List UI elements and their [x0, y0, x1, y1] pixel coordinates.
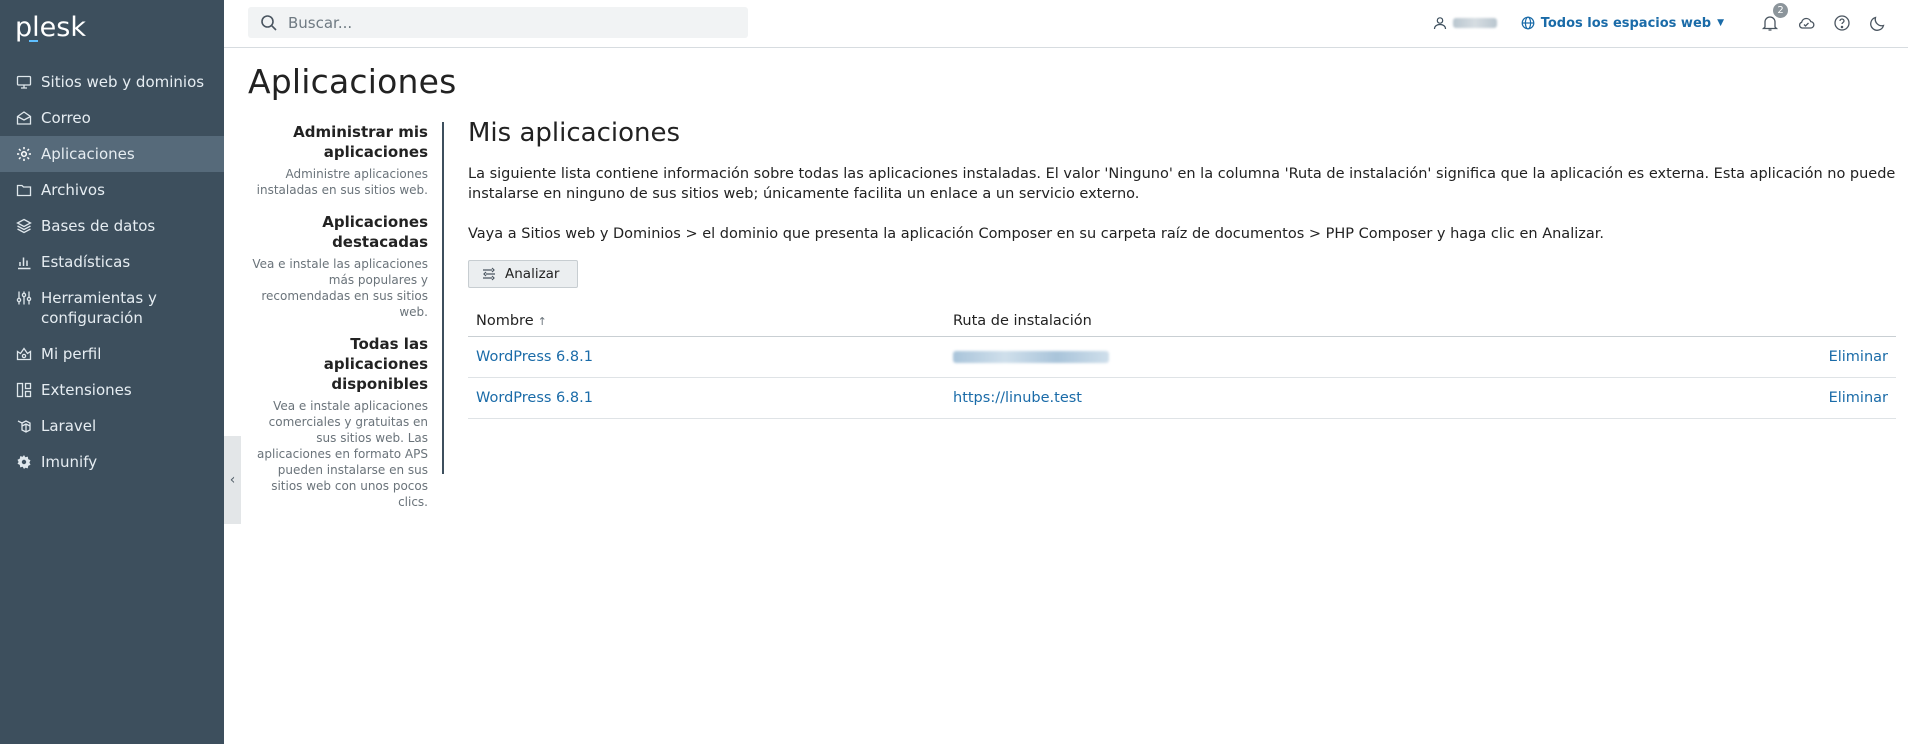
- sidebar-item-label: Imunify: [41, 453, 98, 471]
- sidebar-item-label: Herramientas y configuración: [41, 289, 157, 327]
- table-row: WordPress 6.8.1 Eliminar: [468, 336, 1896, 378]
- app-name-link[interactable]: WordPress 6.8.1: [476, 349, 593, 365]
- sidebar-item-label: Sitios web y dominios: [41, 73, 205, 91]
- sidebar-item-label: Laravel: [41, 417, 97, 435]
- moon-icon: [1870, 16, 1885, 31]
- subnav-item-title[interactable]: Administrar mis aplicaciones: [248, 122, 428, 162]
- search-icon: [261, 14, 277, 31]
- sidebar-item-statistics[interactable]: Estadísticas: [0, 244, 224, 280]
- subnav-item-all-apps[interactable]: Todas las aplicaciones disponibles Vea e…: [248, 334, 428, 510]
- redacted-install-path-link[interactable]: [953, 350, 1109, 363]
- sidebar-item-mail[interactable]: Correo: [0, 100, 224, 136]
- subnav-item-desc: Vea e instale aplicaciones comerciales y…: [257, 399, 428, 509]
- sidebar-item-imunify[interactable]: Imunify: [0, 444, 224, 480]
- folder-icon: [15, 180, 33, 200]
- search-input[interactable]: [288, 13, 728, 32]
- cloud-icon: [1798, 17, 1815, 29]
- sidebar-item-extensions[interactable]: Extensiones: [0, 372, 224, 408]
- sidebar: plesk Sitios web y dominios Correo Aplic…: [0, 0, 224, 744]
- sidebar-item-databases[interactable]: Bases de datos: [0, 208, 224, 244]
- search-box[interactable]: [248, 7, 748, 38]
- globe-icon: [1521, 16, 1535, 30]
- install-path-link[interactable]: https://linube.test: [953, 390, 1082, 406]
- page-title: Aplicaciones: [248, 62, 457, 101]
- section-title: Mis aplicaciones: [468, 118, 681, 148]
- subnav-item-desc: Vea e instale las aplicaciones más popul…: [252, 257, 428, 319]
- analyze-button-label: Analizar: [505, 266, 560, 282]
- main-content: Mis aplicaciones La siguiente lista cont…: [468, 118, 1896, 419]
- sidebar-item-label: Mi perfil: [41, 345, 102, 363]
- subnav-item-manage-apps[interactable]: Administrar mis aplicaciones Administre …: [248, 122, 428, 198]
- column-header-label: Nombre: [476, 312, 534, 329]
- cloud-button[interactable]: [1796, 13, 1816, 33]
- sidebar-item-label: Archivos: [41, 181, 105, 199]
- sidebar-nav: Sitios web y dominios Correo Aplicacione…: [0, 64, 224, 480]
- dark-mode-toggle[interactable]: [1868, 13, 1888, 33]
- user-icon: [1433, 17, 1446, 30]
- table-header-row: Nombre ↑ Ruta de instalación: [468, 306, 1896, 337]
- analyze-icon: [483, 267, 495, 281]
- subnav-item-title[interactable]: Todas las aplicaciones disponibles: [248, 334, 428, 394]
- layers-icon: [15, 216, 33, 236]
- monitor-icon: [15, 72, 33, 92]
- remove-app-link[interactable]: Eliminar: [1829, 349, 1888, 365]
- redacted-username: [1452, 18, 1497, 28]
- tools-icon: [15, 288, 33, 308]
- top-bar: Todos los espacios web ▼ 2: [224, 0, 1908, 48]
- imunify-gear-icon: [15, 452, 33, 472]
- plesk-logo-mark: plesk: [15, 12, 86, 43]
- sort-ascending-icon: ↑: [537, 314, 547, 328]
- applications-subnav: Administrar mis aplicaciones Administre …: [248, 122, 444, 509]
- subscription-label: Todos los espacios web: [1540, 15, 1712, 31]
- sidebar-item-websites[interactable]: Sitios web y dominios: [0, 64, 224, 100]
- laravel-icon: [15, 416, 33, 436]
- sidebar-item-tools-settings[interactable]: Herramientas y configuración: [0, 280, 224, 336]
- chevron-down-icon: ▼: [1717, 18, 1724, 28]
- subnav-item-desc: Administre aplicaciones instaladas en su…: [256, 167, 428, 197]
- sidebar-item-my-profile[interactable]: Mi perfil: [0, 336, 224, 372]
- svg-text:plesk: plesk: [15, 12, 86, 43]
- instructions-paragraph: Vaya a Sitios web y Dominios > el domini…: [468, 226, 1604, 242]
- bar-chart-icon: [15, 252, 33, 272]
- plesk-logo[interactable]: plesk: [0, 0, 224, 54]
- sidebar-item-applications[interactable]: Aplicaciones: [0, 136, 224, 172]
- sidebar-item-label: Extensiones: [41, 381, 132, 399]
- top-bar-actions: Todos los espacios web ▼ 2: [1433, 0, 1888, 46]
- applications-table: Nombre ↑ Ruta de instalación WordPress 6.…: [468, 306, 1896, 419]
- sidebar-collapse-handle[interactable]: ‹: [224, 436, 241, 524]
- sidebar-item-label: Correo: [41, 109, 91, 127]
- column-header-actions: [1606, 306, 1896, 337]
- subnav-item-featured-apps[interactable]: Aplicaciones destacadas Vea e instale la…: [248, 212, 428, 320]
- column-header-label: Ruta de instalación: [953, 312, 1092, 329]
- sidebar-item-label: Estadísticas: [41, 253, 131, 271]
- user-menu[interactable]: [1433, 16, 1497, 30]
- extensions-icon: [15, 380, 33, 400]
- app-name-link[interactable]: WordPress 6.8.1: [476, 390, 593, 406]
- notifications-button[interactable]: 2: [1760, 3, 1788, 33]
- help-button[interactable]: [1832, 13, 1852, 33]
- intro-paragraph: La siguiente lista contiene información …: [468, 166, 1896, 202]
- subscription-selector[interactable]: Todos los espacios web ▼: [1521, 16, 1724, 31]
- notifications-badge: 2: [1773, 3, 1788, 18]
- profile-icon: [15, 344, 33, 364]
- sidebar-item-laravel[interactable]: Laravel: [0, 408, 224, 444]
- gear-icon: [15, 144, 33, 164]
- table-row: WordPress 6.8.1 https://linube.test Elim…: [468, 377, 1896, 419]
- chevron-left-icon: ‹: [229, 472, 236, 488]
- column-header-name[interactable]: Nombre ↑: [468, 306, 945, 337]
- mail-icon: [15, 108, 33, 128]
- column-header-path: Ruta de instalación: [945, 306, 1607, 337]
- remove-app-link[interactable]: Eliminar: [1829, 390, 1888, 406]
- subnav-item-title[interactable]: Aplicaciones destacadas: [248, 212, 428, 252]
- analyze-button[interactable]: Analizar: [468, 260, 579, 288]
- sidebar-item-label: Aplicaciones: [41, 145, 135, 163]
- sidebar-item-label: Bases de datos: [41, 217, 156, 235]
- sidebar-item-files[interactable]: Archivos: [0, 172, 224, 208]
- help-icon: [1834, 15, 1850, 31]
